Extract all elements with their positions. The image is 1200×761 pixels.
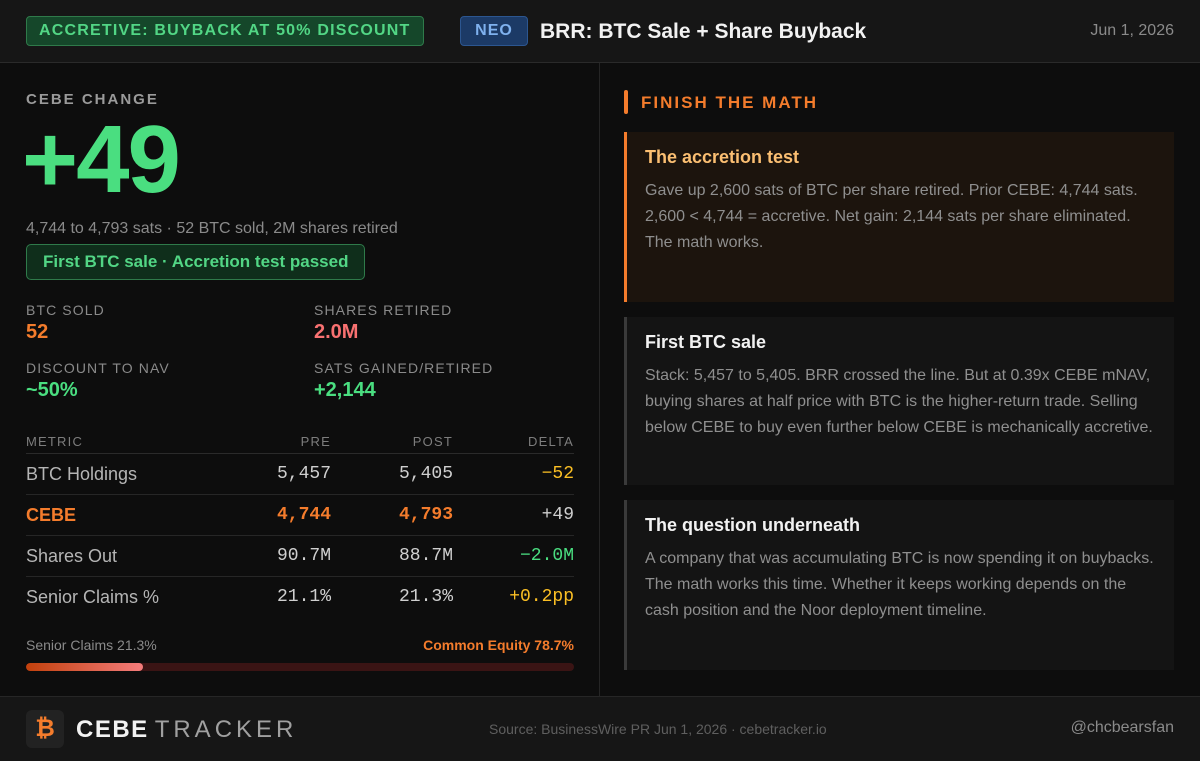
card-title: First BTC sale	[645, 332, 767, 352]
stat-label: DISCOUNT TO NAV	[26, 360, 170, 376]
column-divider	[599, 63, 600, 696]
logo-glyph: ₿	[35, 715, 55, 742]
table-row: Shares Out 90.7M 88.7M −2.0M	[26, 536, 574, 577]
cell-metric: CEBE	[26, 505, 77, 525]
metrics-table: METRIC PRE POST DELTA BTC Holdings 5,457…	[26, 428, 574, 618]
section-accent	[624, 90, 628, 114]
stat-value: +2,144	[314, 379, 376, 401]
senior-claims-fill	[26, 663, 143, 671]
footer-bar: ₿ CEBE TRACKER Source: BusinessWire PR Ju…	[0, 696, 1200, 761]
brand-light: TRACKER	[154, 716, 298, 743]
cebe-change-value: +49	[22, 106, 181, 213]
cell-metric: Senior Claims %	[26, 587, 160, 607]
page-title: BRR: BTC Sale + Share Buyback	[540, 20, 867, 43]
cell-metric: Shares Out	[26, 546, 118, 566]
cell-post: 4,793	[398, 505, 453, 525]
card-title: The question underneath	[645, 515, 861, 535]
card-body: Stack: 5,457 to 5,405. BRR crossed the l…	[645, 367, 1153, 436]
source-credit: Source: BusinessWire PR Jun 1, 2026 · ce…	[489, 721, 827, 737]
card-first-btc-sale: First BTC sale Stack: 5,457 to 5,405. BR…	[624, 317, 1174, 485]
cell-delta: +49	[541, 505, 574, 525]
card-accretion-test: The accretion test Gave up 2,600 sats of…	[624, 132, 1174, 302]
finish-section-title: FINISH THE MATH	[641, 93, 819, 112]
table-row: BTC Holdings 5,457 5,405 −52	[26, 454, 574, 495]
stat-discount-to-nav: DISCOUNT TO NAV ~50%	[26, 360, 170, 402]
cell-delta: −52	[541, 464, 574, 484]
col-header-delta: DELTA	[528, 434, 574, 449]
author-handle[interactable]: @chcbearsfan	[1071, 719, 1174, 737]
common-equity-label: Common Equity 78.7%	[423, 637, 574, 653]
accretive-badge: ACCRETIVE: BUYBACK AT 50% DISCOUNT	[26, 16, 424, 46]
cell-pre: 90.7M	[276, 546, 331, 566]
col-header-metric: METRIC	[26, 434, 84, 449]
table-header: METRIC PRE POST DELTA	[26, 428, 574, 454]
cell-metric: BTC Holdings	[26, 464, 138, 484]
bitcoin-logo-icon: ₿	[26, 710, 64, 748]
capital-structure-bar	[26, 663, 574, 671]
col-header-post: POST	[412, 434, 453, 449]
card-body: Gave up 2,600 sats of BTC per share reti…	[645, 182, 1138, 251]
ticker-badge: NEO	[460, 16, 528, 46]
stat-label: BTC SOLD	[26, 302, 105, 318]
table-row: CEBE 4,744 4,793 +49	[26, 495, 574, 536]
cell-delta: +0.2pp	[509, 587, 574, 607]
table-row: Senior Claims % 21.1% 21.3% +0.2pp	[26, 577, 574, 618]
senior-claims-label: Senior Claims 21.3%	[26, 637, 157, 653]
stat-btc-sold: BTC SOLD 52	[26, 302, 105, 344]
brand-wordmark: CEBE TRACKER	[76, 716, 297, 744]
header-date: Jun 1, 2026	[1090, 22, 1174, 39]
capital-structure-labels: Senior Claims 21.3% Common Equity 78.7%	[26, 637, 574, 657]
accretion-status-pill: First BTC sale · Accretion test passed	[26, 244, 366, 280]
stat-value: ~50%	[26, 379, 78, 401]
col-header-pre: PRE	[300, 434, 331, 449]
cebe-change-subtitle: 4,744 to 4,793 sats · 52 BTC sold, 2M sh…	[26, 220, 398, 237]
cell-pre: 21.1%	[276, 587, 331, 607]
stat-label: SATS GAINED/RETIRED	[314, 360, 494, 376]
cell-delta: −2.0M	[519, 546, 574, 566]
stat-label: SHARES RETIRED	[314, 302, 453, 318]
card-title: The accretion test	[645, 147, 800, 167]
cell-pre: 5,457	[276, 464, 331, 484]
stat-sats-gained: SATS GAINED/RETIRED +2,144	[314, 360, 493, 402]
stat-value: 2.0M	[314, 321, 359, 343]
cell-pre: 4,744	[276, 505, 331, 525]
cell-post: 88.7M	[398, 546, 453, 566]
stat-shares-retired: SHARES RETIRED 2.0M	[314, 302, 452, 344]
card-question-underneath: The question underneath A company that w…	[624, 500, 1174, 670]
cell-post: 5,405	[398, 464, 453, 484]
cell-post: 21.3%	[398, 587, 453, 607]
header-bar: ACCRETIVE: BUYBACK AT 50% DISCOUNT NEO B…	[0, 0, 1200, 63]
stat-value: 52	[26, 321, 49, 343]
card-body: A company that was accumulating BTC is n…	[645, 550, 1154, 619]
brand-bold: CEBE	[76, 716, 149, 743]
